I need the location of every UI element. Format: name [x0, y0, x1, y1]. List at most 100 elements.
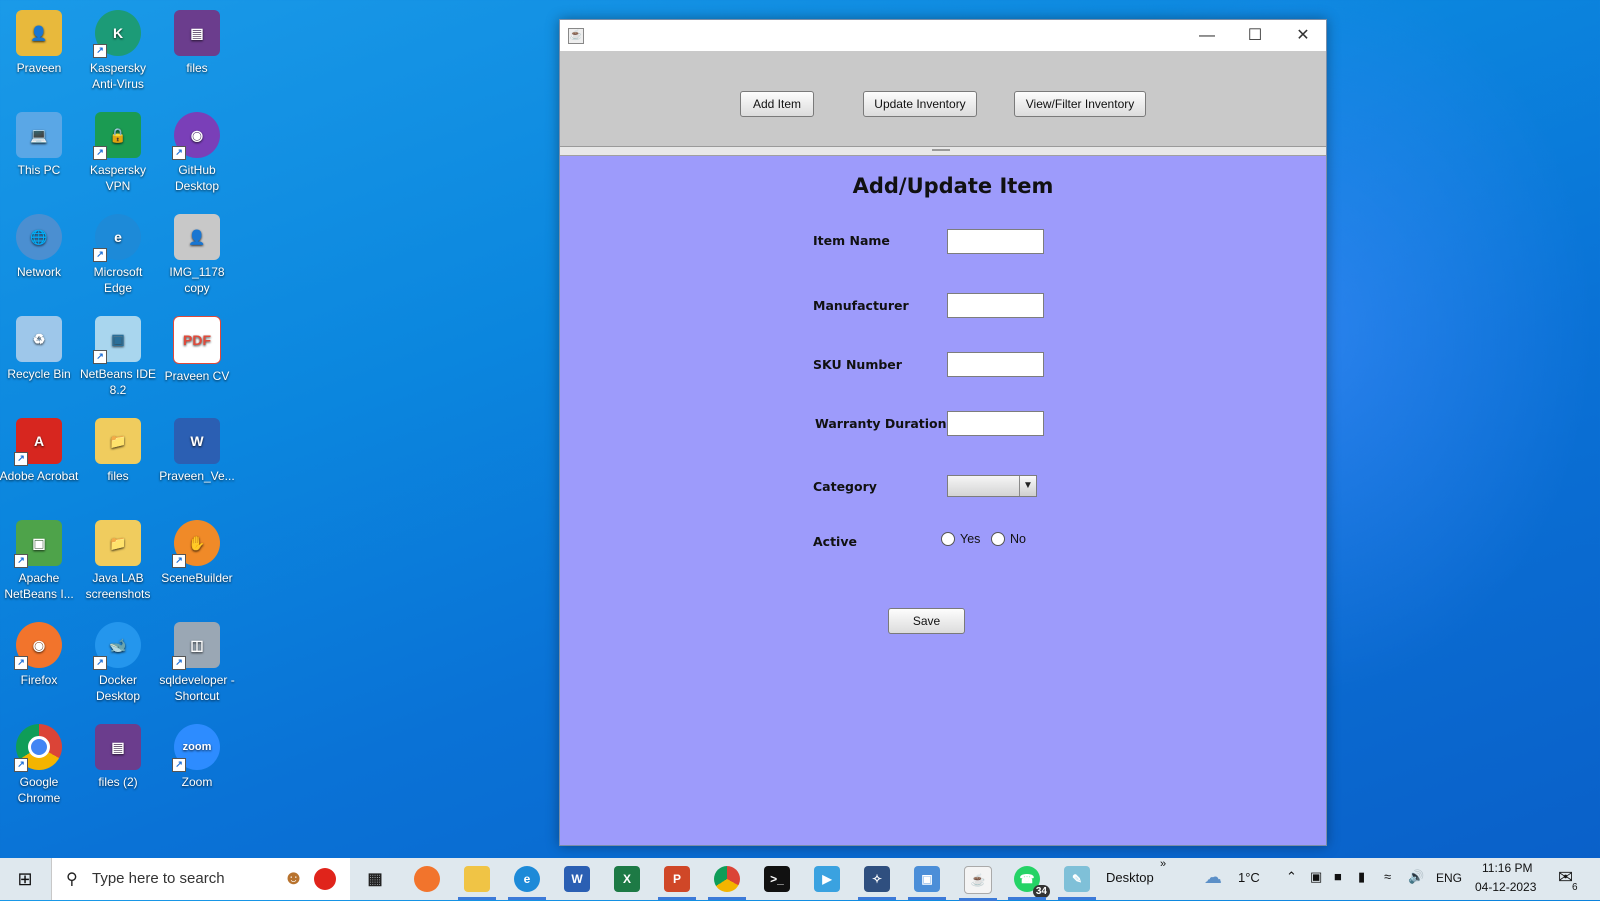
warranty-duration-input[interactable]: [947, 411, 1044, 436]
desktop-icon-label: Recycle Bin: [7, 367, 71, 381]
view-filter-inventory-button[interactable]: View/Filter Inventory: [1014, 91, 1146, 117]
desktop-icon-network[interactable]: 🌐 Network: [0, 214, 79, 280]
netbeans-icon: ▣ ↗: [14, 520, 62, 568]
desktop-icon-label: NetBeans IDE 8.2: [79, 367, 157, 397]
desktop-icon-zoom[interactable]: zoom ↗ Zoom: [157, 724, 237, 790]
radio-circle-icon[interactable]: [991, 532, 1005, 546]
terminal-taskbar-icon[interactable]: >_: [764, 866, 790, 892]
item-name-input[interactable]: [947, 229, 1044, 254]
edge-taskbar-icon[interactable]: e: [508, 866, 546, 900]
form-title: Add/Update Item: [852, 174, 1054, 198]
sql-tool-taskbar-icon[interactable]: ✧: [858, 866, 896, 900]
github-icon: ◉ ↗: [172, 112, 220, 160]
shortcut-arrow-icon: ↗: [172, 146, 186, 160]
task-view-icon[interactable]: ▦: [362, 866, 388, 892]
desktop-icon-apache-netbeans[interactable]: ▣ ↗ Apache NetBeans I...: [0, 520, 79, 602]
word-taskbar-icon[interactable]: W: [564, 866, 590, 892]
desktop-icon-kaspersky-vpn[interactable]: 🔒 ↗ Kaspersky VPN: [78, 112, 158, 194]
media-app-taskbar-icon[interactable]: ▶: [814, 866, 840, 892]
desktop-icon-img-1178[interactable]: 👤 IMG_1178 copy: [157, 214, 237, 296]
weather-temperature[interactable]: 1°C: [1238, 870, 1260, 885]
netbeans-taskbar-icon[interactable]: ▣: [908, 866, 946, 900]
start-button[interactable]: ⊞: [0, 858, 50, 900]
manufacturer-input[interactable]: [947, 293, 1044, 318]
excel-taskbar-icon[interactable]: X: [614, 866, 640, 892]
show-hidden-icons-chevron-icon[interactable]: ⌃: [1286, 869, 1297, 885]
whatsapp-taskbar-icon[interactable]: ☎ 34: [1008, 866, 1050, 900]
desktop-icon-java-lab[interactable]: 📁 Java LAB screenshots: [78, 520, 158, 602]
desktop-icon-praveen[interactable]: 👤 Praveen: [0, 10, 79, 76]
desktop-icon-label: IMG_1178 copy: [169, 265, 225, 295]
desktop-icon-docker[interactable]: 🐋 ↗ Docker Desktop: [78, 622, 158, 704]
maximize-button[interactable]: ☐: [1232, 20, 1278, 51]
window-titlebar[interactable]: ☕ — ☐ ✕: [560, 20, 1326, 51]
file-explorer-taskbar-icon[interactable]: [458, 866, 496, 900]
desktop-icon-files[interactable]: ▤ files: [157, 10, 237, 76]
split-pane-divider[interactable]: [560, 147, 1326, 156]
powerpoint-taskbar-icon[interactable]: P: [658, 866, 696, 900]
desktop-icon-github[interactable]: ◉ ↗ GitHub Desktop: [157, 112, 237, 194]
active-yes-radio[interactable]: Yes: [941, 532, 980, 546]
clock-date[interactable]: 04-12-2023: [1475, 880, 1536, 894]
taskbar-search-box[interactable]: ⚲ Type here to search ☻: [51, 858, 350, 900]
desktop-icon-adobe-acrobat[interactable]: A ↗ Adobe Acrobat: [0, 418, 79, 484]
language-indicator[interactable]: ENG: [1436, 871, 1462, 885]
wifi-icon[interactable]: ≈: [1384, 869, 1391, 884]
desktop-icon-scenebuilder[interactable]: ✋ ↗ SceneBuilder: [157, 520, 237, 586]
whatsapp-badge: 34: [1032, 885, 1050, 898]
security-tray-icon[interactable]: ■: [1334, 869, 1342, 884]
desktop-icon-this-pc[interactable]: 💻 This PC: [0, 112, 79, 178]
sku-number-input[interactable]: [947, 352, 1044, 377]
notes-taskbar-icon[interactable]: ✎: [1058, 866, 1096, 900]
edge-icon: e ↗: [93, 214, 141, 262]
radio-circle-icon[interactable]: [941, 532, 955, 546]
word-doc-icon: W: [174, 418, 220, 464]
photo-icon: 👤: [174, 214, 220, 260]
firefox-taskbar-icon[interactable]: [414, 866, 440, 892]
desktop-icon-label: Java LAB screenshots: [85, 571, 151, 601]
dropdown-arrow-icon[interactable]: ▼: [1019, 476, 1036, 496]
desktop-icon-label: This PC: [17, 163, 61, 177]
desktop-icon-label: Network: [16, 265, 61, 279]
gingerbread-doodle-icon: ☻: [283, 867, 305, 889]
add-item-button[interactable]: Add Item: [740, 91, 814, 117]
weather-cloud-icon[interactable]: ☁: [1204, 867, 1222, 888]
close-button[interactable]: ✕: [1280, 20, 1326, 51]
shortcut-arrow-icon: ↗: [93, 44, 107, 58]
desktop-icon-label: GitHub Desktop: [174, 163, 220, 193]
desktop-icon-files-folder[interactable]: 📁 files: [78, 418, 158, 484]
desktop-icon-firefox[interactable]: ◉ ↗ Firefox: [0, 622, 79, 688]
recycle-bin-icon: ♻: [16, 316, 62, 362]
network-icon: 🌐: [16, 214, 62, 260]
desktop-icon-label: Praveen_Ve...: [159, 469, 235, 483]
volume-icon[interactable]: 🔊: [1408, 869, 1424, 885]
active-no-radio[interactable]: No: [991, 532, 1026, 546]
desktop-icon-praveen-cv[interactable]: PDF Praveen CV: [157, 316, 237, 384]
java-taskbar-icon[interactable]: ☕: [959, 866, 997, 901]
update-inventory-button[interactable]: Update Inventory: [863, 91, 977, 117]
desktop-icon-edge[interactable]: e ↗ Microsoft Edge: [78, 214, 158, 296]
meet-now-icon[interactable]: ▣: [1310, 869, 1322, 885]
active-yes-label: Yes: [960, 532, 981, 546]
toolbar-expand-icon[interactable]: »: [1160, 858, 1166, 870]
category-dropdown[interactable]: ▼: [947, 475, 1037, 497]
docker-icon: 🐋 ↗: [93, 622, 141, 670]
clock-time[interactable]: 11:16 PM: [1482, 861, 1532, 875]
desktop-toolbar-label[interactable]: Desktop: [1106, 870, 1154, 885]
desktop-icon-recycle-bin[interactable]: ♻ Recycle Bin: [0, 316, 79, 382]
desktop-icon-files-2[interactable]: ▤ files (2): [78, 724, 158, 790]
desktop-icon-kaspersky-antivirus[interactable]: K ↗ Kaspersky Anti-Virus: [78, 10, 158, 92]
folder-icon: 📁: [95, 418, 141, 464]
notification-center-icon[interactable]: ✉: [1558, 867, 1573, 888]
desktop-icon-netbeans-82[interactable]: ▣ ↗ NetBeans IDE 8.2: [78, 316, 158, 398]
chrome-taskbar-icon[interactable]: [708, 866, 746, 900]
desktop-icon-chrome[interactable]: ↗ Google Chrome: [0, 724, 79, 806]
battery-icon[interactable]: ▮: [1358, 869, 1365, 885]
desktop-icon-praveen-doc[interactable]: W Praveen_Ve...: [157, 418, 237, 484]
desktop-icon-label: Praveen CV: [164, 369, 230, 383]
java-app-icon: ☕: [568, 28, 584, 44]
save-button[interactable]: Save: [888, 608, 965, 634]
desktop-icon-sqldeveloper[interactable]: ◫ ↗ sqldeveloper - Shortcut: [157, 622, 237, 704]
vpn-shield-icon: 🔒 ↗: [93, 112, 141, 160]
minimize-button[interactable]: —: [1184, 20, 1230, 51]
